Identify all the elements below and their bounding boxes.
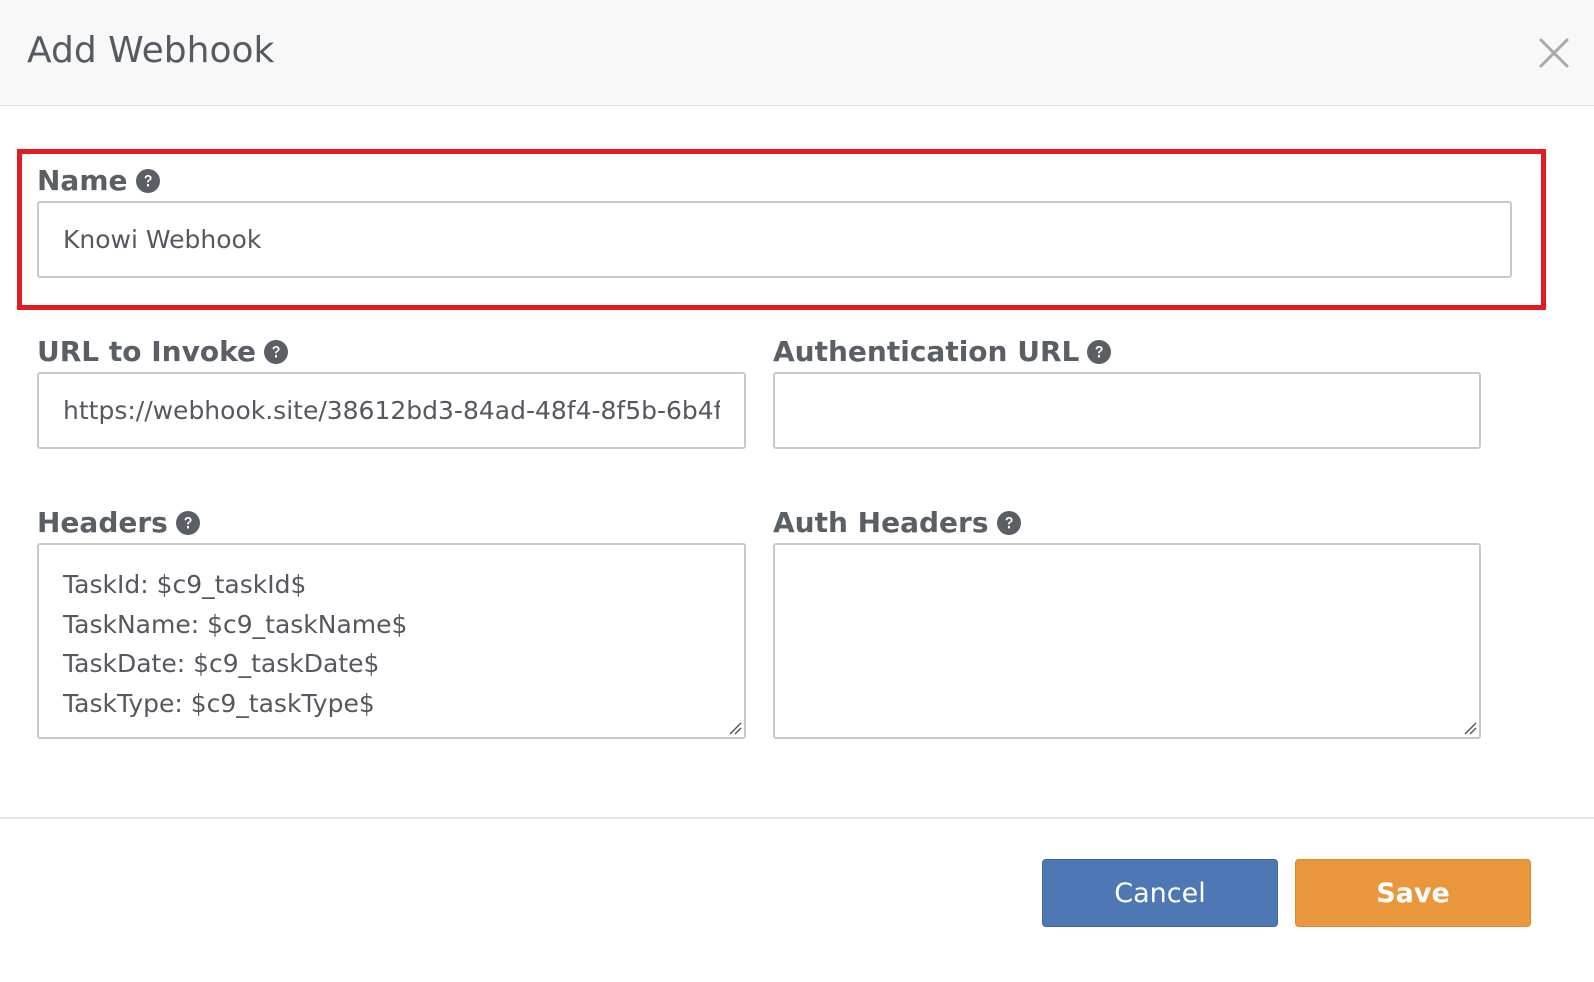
auth-headers-textarea[interactable] <box>773 543 1481 739</box>
resize-handle-icon[interactable] <box>728 721 742 735</box>
auth-headers-label-text: Auth Headers <box>773 506 989 539</box>
headers-line: TaskType: $c9_taskType$ <box>63 688 375 718</box>
name-input[interactable]: Knowi Webhook <box>37 201 1512 278</box>
dialog-title: Add Webhook <box>27 30 275 71</box>
url-to-invoke-input[interactable]: https://webhook.site/38612bd3-84ad-48f4-… <box>37 372 746 449</box>
headers-textarea-content: TaskId: $c9_taskId$ TaskName: $c9_taskNa… <box>63 565 407 723</box>
close-icon <box>1539 38 1569 68</box>
url-to-invoke-label: URL to Invoke <box>37 335 288 369</box>
headers-textarea[interactable]: TaskId: $c9_taskId$ TaskName: $c9_taskNa… <box>37 543 746 739</box>
question-circle-icon[interactable] <box>1087 340 1112 364</box>
headers-line: TaskName: $c9_taskName$ <box>63 609 408 639</box>
question-circle-icon[interactable] <box>263 340 288 364</box>
close-button[interactable] <box>1537 36 1571 70</box>
question-circle-icon[interactable] <box>135 169 160 193</box>
question-circle-icon[interactable] <box>996 511 1021 535</box>
headers-line: TaskDate: $c9_taskDate$ <box>63 649 380 678</box>
authentication-url-label-text: Authentication URL <box>773 335 1080 368</box>
cancel-button[interactable]: Cancel <box>1042 859 1278 927</box>
name-label-text: Name <box>37 164 128 197</box>
authentication-url-input[interactable] <box>773 372 1481 449</box>
url-to-invoke-input-value: https://webhook.site/38612bd3-84ad-48f4-… <box>63 396 720 425</box>
headers-label-text: Headers <box>37 506 168 539</box>
headers-label: Headers <box>37 506 200 540</box>
dialog-header: Add Webhook <box>0 0 1594 106</box>
name-label: Name <box>37 164 160 198</box>
footer-divider <box>0 817 1594 819</box>
headers-line: TaskId: $c9_taskId$ <box>63 570 307 599</box>
authentication-url-label: Authentication URL <box>773 335 1112 369</box>
save-button[interactable]: Save <box>1295 859 1531 927</box>
resize-handle-icon[interactable] <box>1463 721 1477 735</box>
question-circle-icon[interactable] <box>175 511 200 535</box>
add-webhook-dialog: Add Webhook Name Knowi Webhook URL to In… <box>0 0 1594 982</box>
auth-headers-label: Auth Headers <box>773 506 1021 540</box>
name-input-value: Knowi Webhook <box>63 225 262 254</box>
url-to-invoke-label-text: URL to Invoke <box>37 335 256 368</box>
